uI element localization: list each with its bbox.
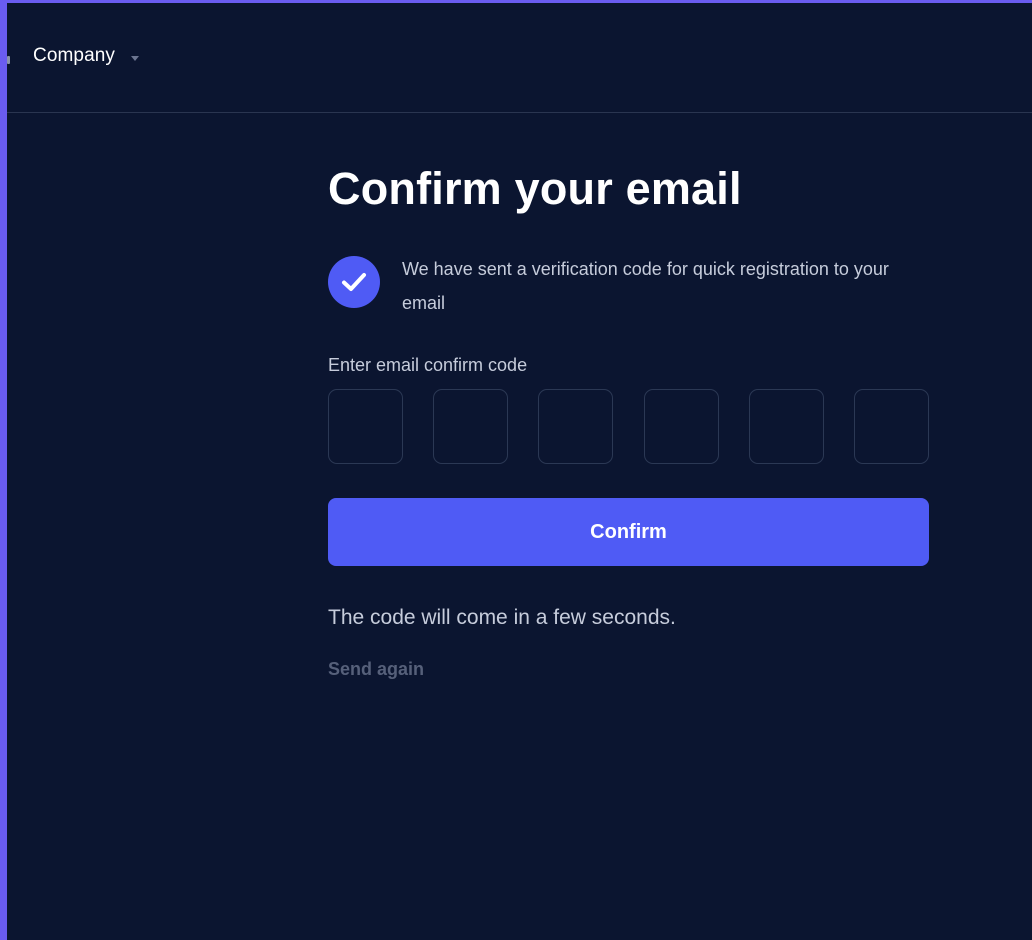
code-digit-6[interactable] xyxy=(853,389,929,464)
confirm-button[interactable]: Confirm xyxy=(328,498,929,566)
verification-notice: We have sent a verification code for qui… xyxy=(328,252,929,322)
page-title: Confirm your email xyxy=(328,163,742,214)
app-window: Company Confirm your email We have sent … xyxy=(0,0,1032,940)
code-digit-2[interactable] xyxy=(433,389,509,464)
nav-edge-indicator xyxy=(7,56,10,64)
company-dropdown-label: Company xyxy=(33,45,116,66)
code-digit-1[interactable] xyxy=(328,389,403,464)
send-again-link[interactable]: Send again xyxy=(328,657,424,681)
code-input-group xyxy=(328,389,929,464)
code-digit-5[interactable] xyxy=(748,389,824,464)
window-border-left xyxy=(0,0,7,940)
check-circle-icon xyxy=(328,256,380,308)
code-input-label: Enter email confirm code xyxy=(328,355,528,375)
code-digit-4[interactable] xyxy=(643,389,719,464)
top-header: Company xyxy=(7,3,1032,113)
checkmark-icon xyxy=(342,273,366,291)
code-arrival-hint: The code will come in a few seconds. xyxy=(328,606,676,629)
caret-down-icon xyxy=(131,55,140,61)
company-dropdown[interactable]: Company xyxy=(33,45,140,67)
confirm-email-form: Confirm your email We have sent a verifi… xyxy=(328,160,929,679)
code-digit-3[interactable] xyxy=(538,389,614,464)
notice-text: We have sent a verification code for qui… xyxy=(402,259,889,313)
